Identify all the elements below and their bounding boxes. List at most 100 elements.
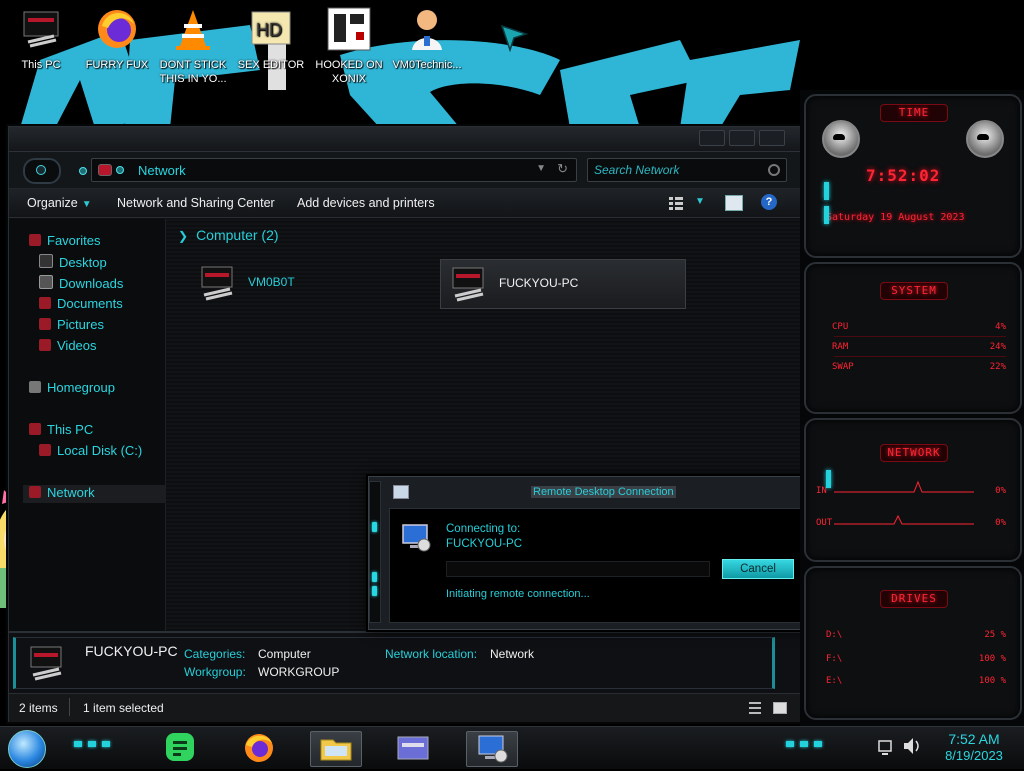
gadget-header: DRIVES <box>880 590 948 608</box>
computer-item[interactable]: VM0B0T <box>190 259 410 307</box>
connection-status: Initiating remote connection... <box>446 588 590 600</box>
nav-this-pc[interactable]: This PC <box>29 422 93 440</box>
group-header[interactable]: ❯ Computer (2) <box>178 227 279 243</box>
remote-desktop-icon <box>478 735 508 763</box>
taskbar-app-firefox[interactable] <box>234 731 284 765</box>
taskbar-clock[interactable]: 7:52 AM 8/19/2023 <box>934 731 1014 763</box>
monitor-icon <box>402 524 431 552</box>
desktop-icon-furry-fux[interactable]: FURRY FUX <box>82 6 152 72</box>
desktop-icon-label: VM0Technic... <box>392 59 462 71</box>
taskbar-app-chat[interactable] <box>154 731 204 765</box>
nav-local-disk[interactable]: Local Disk (C:) <box>39 443 142 461</box>
tiles-view-icon[interactable] <box>773 702 787 714</box>
nav-label: Desktop <box>59 255 107 270</box>
computer-item-label: VM0B0T <box>248 275 295 289</box>
nav-videos[interactable]: Videos <box>39 338 97 356</box>
organize-button[interactable]: Organize ▼ <box>27 196 92 210</box>
clock-gadget[interactable]: TIME 7:52:02 Saturday 19 August 2023 <box>804 94 1022 258</box>
computer-item-label: FUCKYOU-PC <box>499 276 579 290</box>
chevron-down-icon[interactable]: ▼ <box>695 196 705 207</box>
system-gadget[interactable]: SYSTEM CPU 4% RAM 24% SWAP 22% <box>804 262 1022 414</box>
chevron-down-icon[interactable]: ▼ <box>536 163 546 174</box>
gadget-header: TIME <box>880 104 948 122</box>
categories-value: Computer <box>258 647 311 661</box>
swap-label: SWAP <box>832 362 854 372</box>
desktop-icon-label: SEX EDITOR <box>237 59 305 71</box>
connecting-label: Connecting to: <box>446 523 521 535</box>
workgroup-label: Workgroup: <box>184 665 246 679</box>
xonix-game-icon <box>327 7 371 51</box>
desktop-icon-sex-editor[interactable]: HD SEX EDITOR <box>236 6 306 72</box>
computer-item-selected[interactable]: FUCKYOU-PC <box>440 259 686 309</box>
led-indicator <box>372 522 377 532</box>
window-titlebar[interactable] <box>9 127 801 152</box>
desktop-icon-vm0technic[interactable]: VM0Technic... <box>392 6 462 72</box>
network-out-label: OUT <box>816 518 833 528</box>
details-view-icon[interactable] <box>749 702 761 714</box>
navigation-pane: Favorites Desktop Downloads Documents Pi… <box>9 219 169 631</box>
cancel-button[interactable]: Cancel <box>722 559 794 579</box>
address-text[interactable]: Network <box>138 163 186 178</box>
search-icon[interactable] <box>768 164 780 176</box>
nav-downloads[interactable]: Downloads <box>39 275 123 293</box>
homegroup-icon <box>29 381 41 393</box>
nav-desktop[interactable]: Desktop <box>39 254 107 272</box>
refresh-icon[interactable]: ↻ <box>557 161 568 177</box>
remote-desktop-dialog: Remote Desktop Connection Connecting to:… <box>368 476 826 630</box>
drive-f-label: F:\ <box>826 654 843 664</box>
address-box[interactable]: Network ▼ ↻ <box>91 158 577 182</box>
search-box[interactable] <box>587 158 787 182</box>
nav-network[interactable]: Network <box>23 485 169 503</box>
taskbar-app-explorer[interactable] <box>310 731 362 767</box>
led-indicator <box>372 586 377 596</box>
desktop-icon-this-pc[interactable]: This PC <box>6 6 76 72</box>
taskbar-app-control[interactable] <box>388 731 438 765</box>
nav-pictures[interactable]: Pictures <box>39 317 104 335</box>
minimize-button[interactable] <box>699 130 725 146</box>
drives-gadget[interactable]: DRIVES D:\ 25 % F:\ 100 % E:\ 100 % <box>804 566 1022 720</box>
desktop-icon-hooked-on-xonix[interactable]: HOOKED ON XONIX <box>314 6 384 86</box>
technician-icon <box>412 10 442 50</box>
back-button[interactable] <box>23 158 61 184</box>
led-indicator <box>786 741 794 747</box>
categories-label: Categories: <box>184 647 246 661</box>
search-input[interactable] <box>592 161 764 179</box>
add-devices-button[interactable]: Add devices and printers <box>297 196 435 210</box>
view-options-icon[interactable] <box>669 196 683 210</box>
gadget-clock-time: 7:52:02 <box>866 166 941 185</box>
network-location-value: Network <box>490 647 535 661</box>
help-icon[interactable]: ? <box>761 194 777 210</box>
chat-app-icon <box>166 733 194 761</box>
network-sharing-center-button[interactable]: Network and Sharing Center <box>117 196 275 210</box>
window-app-icon <box>397 736 429 760</box>
taskbar-app-remote-desktop[interactable] <box>466 731 518 767</box>
collapse-chevron-icon[interactable]: ❯ <box>178 229 188 243</box>
pictures-icon <box>39 318 51 330</box>
gadget-sidebar: TIME 7:52:02 Saturday 19 August 2023 SYS… <box>800 90 1024 726</box>
taskbar: 7:52 AM 8/19/2023 <box>0 726 1024 769</box>
drive-e-value: 100 % <box>978 676 1006 686</box>
nav-documents[interactable]: Documents <box>39 296 123 314</box>
volume-icon[interactable] <box>902 731 922 761</box>
network-in-value: 0% <box>995 486 1006 496</box>
alien-head-icon <box>822 120 860 158</box>
gadget-header: SYSTEM <box>880 282 948 300</box>
firefox-icon <box>245 734 273 762</box>
nav-favorites[interactable]: Favorites <box>29 233 100 251</box>
connection-progress-bar <box>446 561 710 577</box>
videos-icon <box>39 339 51 351</box>
start-button[interactable] <box>8 730 46 768</box>
nav-homegroup[interactable]: Homegroup <box>29 380 115 398</box>
maximize-button[interactable] <box>729 130 755 146</box>
preview-pane-icon[interactable] <box>725 195 743 211</box>
computer-icon <box>452 267 484 302</box>
documents-icon <box>39 297 51 309</box>
nav-label: Favorites <box>47 233 101 248</box>
network-status-icon[interactable] <box>876 731 896 761</box>
close-button[interactable] <box>759 130 785 146</box>
forward-button[interactable] <box>79 167 87 175</box>
desktop-icon-dont-stick[interactable]: DONT STICK THIS IN YO... <box>158 6 228 86</box>
network-icon <box>29 486 41 498</box>
network-activity-graph <box>834 480 974 525</box>
network-gadget[interactable]: NETWORK IN 0% OUT 0% <box>804 418 1022 562</box>
